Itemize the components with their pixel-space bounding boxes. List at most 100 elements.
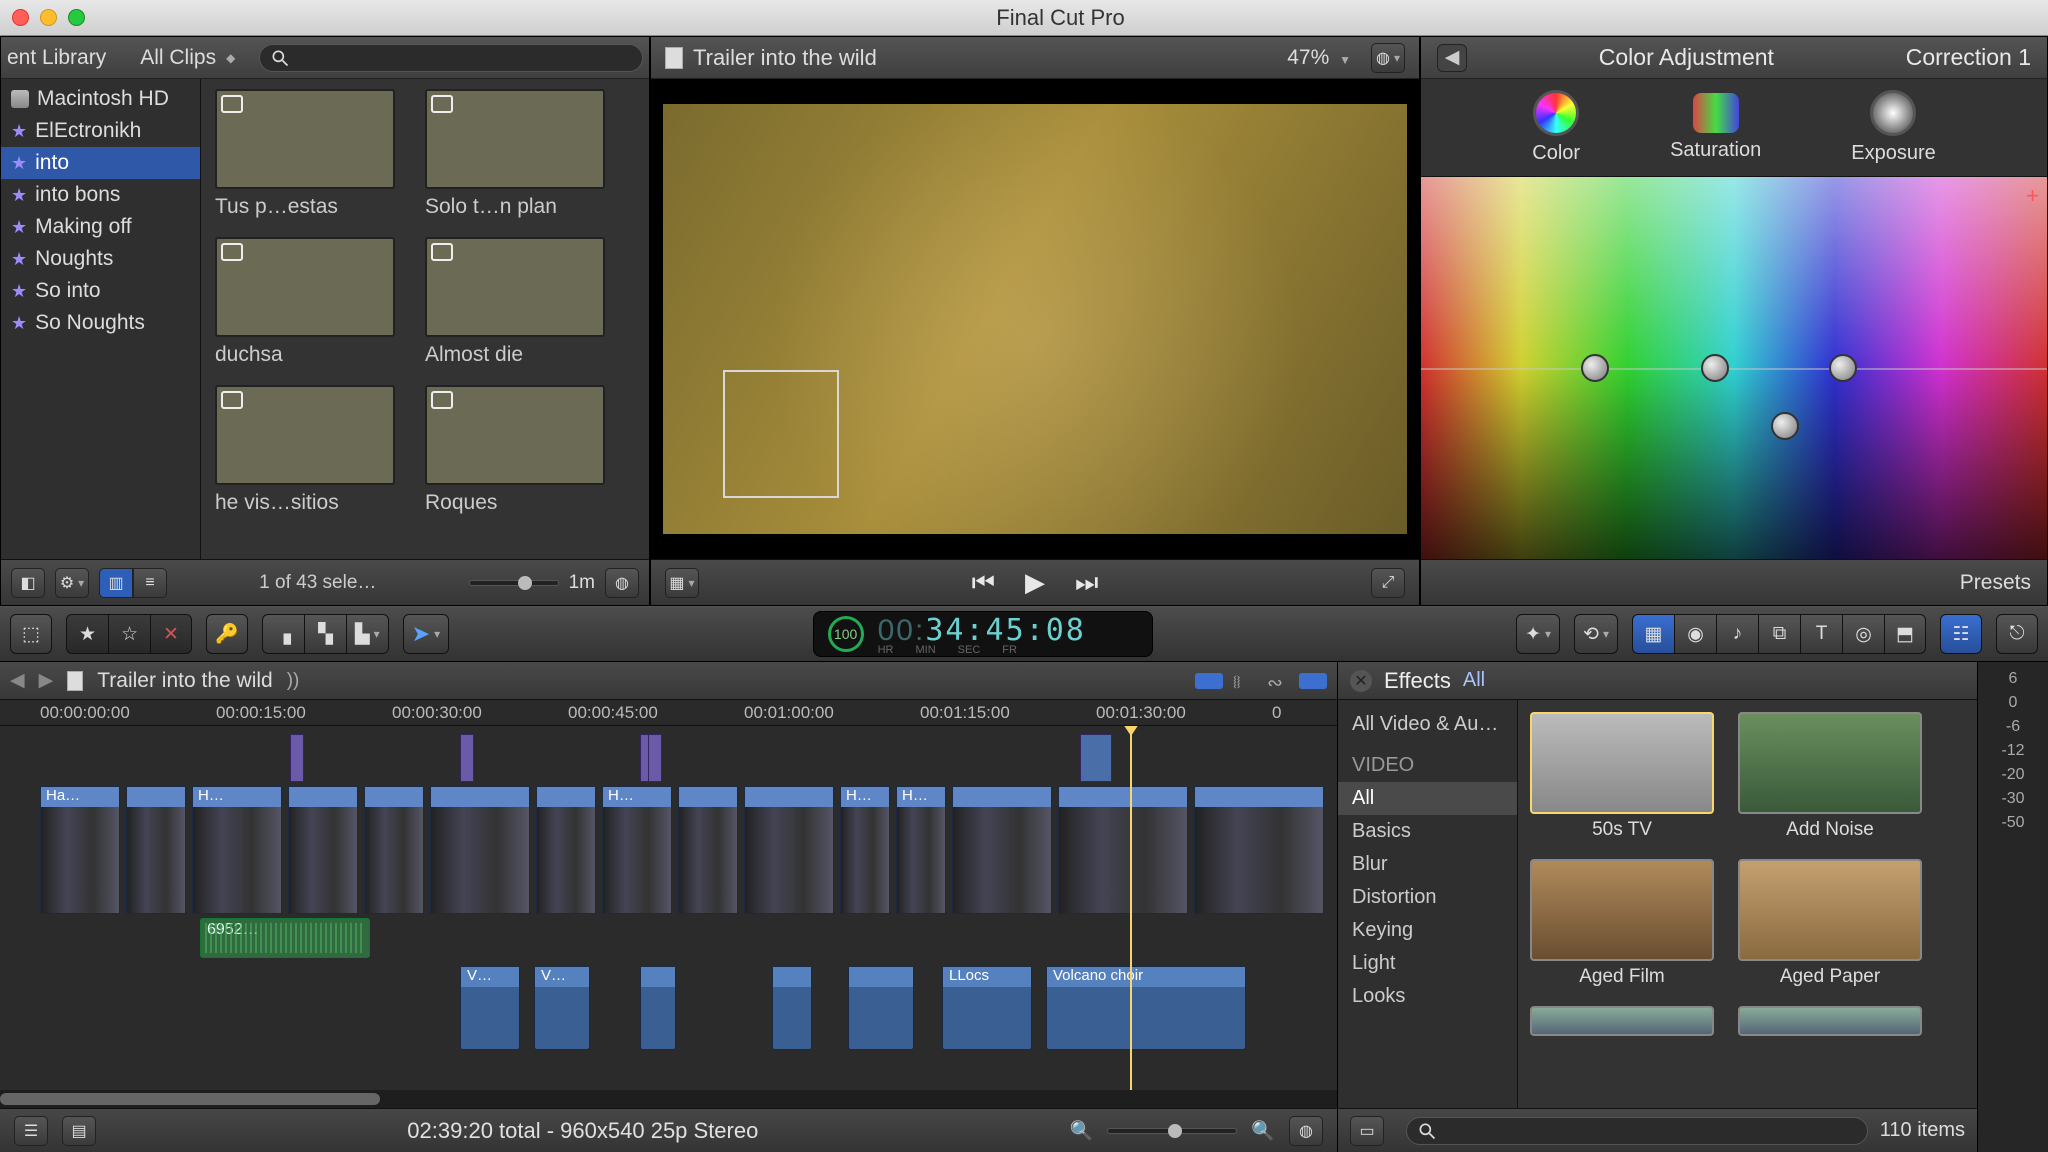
global-puck[interactable] bbox=[1581, 354, 1609, 382]
connected-clip[interactable] bbox=[640, 966, 676, 1050]
connected-clip[interactable]: LLocs bbox=[942, 966, 1032, 1050]
timeline-index-icon[interactable]: )) bbox=[287, 670, 300, 692]
photos-browser-button[interactable]: ◉ bbox=[1674, 614, 1716, 654]
fullscreen-button[interactable]: ⤢ bbox=[1371, 568, 1405, 598]
timecode-display[interactable]: 100 00:34:45:08 HRMINSECFR bbox=[813, 611, 1153, 657]
audio-skimming-button[interactable]: ⧙⧘ bbox=[1233, 672, 1257, 690]
marker-clip[interactable] bbox=[1080, 734, 1112, 782]
themes-browser-button[interactable]: ⬒ bbox=[1884, 614, 1926, 654]
clip-item[interactable]: Roques bbox=[425, 385, 605, 515]
generators-browser-button[interactable]: ◎ bbox=[1842, 614, 1884, 654]
video-clip[interactable]: H… bbox=[896, 786, 946, 914]
clip-appearance-button[interactable]: ◍ bbox=[605, 568, 639, 598]
effects-search-input[interactable] bbox=[1406, 1117, 1868, 1145]
effects-category[interactable]: Light bbox=[1338, 947, 1517, 980]
transitions-browser-button[interactable]: ⧉ bbox=[1758, 614, 1800, 654]
video-clip[interactable]: H… bbox=[602, 786, 672, 914]
clip-filter-dropdown[interactable]: All Clips◆ bbox=[132, 44, 243, 72]
clip-item[interactable]: Solo t…n plan bbox=[425, 89, 605, 219]
marker-clip[interactable] bbox=[290, 734, 304, 782]
effect-item[interactable]: Add Noise bbox=[1738, 712, 1922, 841]
insert-button[interactable]: ▚ bbox=[304, 614, 346, 654]
audio-clip[interactable]: 6952… bbox=[200, 918, 370, 958]
crop-selection-box[interactable] bbox=[723, 370, 839, 498]
timeline-ruler[interactable]: 00:00:00:0000:00:15:0000:00:30:0000:00:4… bbox=[0, 700, 1337, 726]
clip-item[interactable]: Tus p…estas bbox=[215, 89, 395, 219]
timeline-tracks[interactable]: Ha…H…H…H…H… 6952… V…V…LLocsVolcano choir bbox=[0, 726, 1337, 1090]
video-clip[interactable]: Ha… bbox=[40, 786, 120, 914]
minimize-window-button[interactable] bbox=[40, 9, 57, 26]
video-clip[interactable] bbox=[536, 786, 596, 914]
effects-top-category[interactable]: All Video & Au… bbox=[1338, 708, 1517, 741]
video-clip[interactable] bbox=[288, 786, 358, 914]
clip-item[interactable]: he vis…sitios bbox=[215, 385, 395, 515]
play-button[interactable]: ▶ bbox=[1025, 567, 1045, 599]
marker-clip[interactable] bbox=[460, 734, 474, 782]
share-button[interactable]: ⎋ bbox=[1996, 614, 2038, 654]
connect-button[interactable]: ▗ bbox=[262, 614, 304, 654]
viewer-zoom-dropdown[interactable]: 47% ▼ bbox=[1287, 46, 1351, 70]
inspector-toggle-button[interactable]: ☷ bbox=[1940, 614, 1982, 654]
event-item[interactable]: ElEctronikh bbox=[1, 115, 200, 147]
list-view2-button[interactable]: ≡ bbox=[133, 568, 167, 598]
highlights-puck[interactable] bbox=[1829, 354, 1857, 382]
video-clip[interactable] bbox=[952, 786, 1052, 914]
effects-scope[interactable]: All bbox=[1463, 669, 1485, 692]
zoom-out-icon[interactable]: 🔍 bbox=[1070, 1119, 1094, 1143]
shadows-puck[interactable] bbox=[1701, 354, 1729, 382]
connected-clip[interactable]: V… bbox=[534, 966, 590, 1050]
timeline-history-back[interactable]: ◀ bbox=[10, 669, 25, 692]
effects-category[interactable]: All bbox=[1338, 782, 1517, 815]
timeline-zoom-slider[interactable] bbox=[1107, 1128, 1237, 1134]
video-clip[interactable] bbox=[678, 786, 738, 914]
video-clip[interactable] bbox=[364, 786, 424, 914]
effects-category[interactable]: Keying bbox=[1338, 914, 1517, 947]
import-button[interactable]: ⬚ bbox=[10, 614, 52, 654]
effects-category[interactable]: Basics bbox=[1338, 815, 1517, 848]
playhead[interactable] bbox=[1130, 726, 1132, 1090]
unrate-button[interactable]: ☆ bbox=[108, 614, 150, 654]
event-item[interactable]: So into bbox=[1, 275, 200, 307]
color-tab[interactable]: Color bbox=[1532, 90, 1580, 165]
connected-clip[interactable]: Volcano choir bbox=[1046, 966, 1246, 1050]
clip-item[interactable]: duchsa bbox=[215, 237, 395, 367]
viewer-settings-button[interactable]: ◍▾ bbox=[1371, 43, 1405, 73]
timeline-scrollbar[interactable] bbox=[0, 1090, 1337, 1108]
clip-browser[interactable]: Tus p…estasSolo t…n planduchsaAlmost die… bbox=[201, 79, 649, 559]
video-clip[interactable]: H… bbox=[192, 786, 282, 914]
keyword-button[interactable]: 🔑 bbox=[206, 614, 248, 654]
effect-item[interactable] bbox=[1530, 1006, 1714, 1036]
thumbnail-size-slider[interactable] bbox=[469, 580, 559, 586]
effects-category[interactable]: Looks bbox=[1338, 980, 1517, 1013]
saturation-tab[interactable]: Saturation bbox=[1670, 93, 1761, 162]
close-window-button[interactable] bbox=[12, 9, 29, 26]
connected-clip[interactable]: V… bbox=[460, 966, 520, 1050]
append-button[interactable]: ▙▾ bbox=[346, 614, 389, 654]
titles-browser-button[interactable]: T bbox=[1800, 614, 1842, 654]
effect-item[interactable]: Aged Film bbox=[1530, 859, 1714, 988]
snapping-button[interactable] bbox=[1195, 673, 1223, 689]
zoom-window-button[interactable] bbox=[68, 9, 85, 26]
event-item[interactable]: Noughts bbox=[1, 243, 200, 275]
presets-dropdown[interactable]: Presets bbox=[1960, 571, 2031, 595]
effects-category[interactable]: Distortion bbox=[1338, 881, 1517, 914]
marker-clip[interactable] bbox=[648, 734, 662, 782]
transform-tool-button[interactable]: ▦▾ bbox=[665, 568, 699, 598]
exposure-tab[interactable]: Exposure bbox=[1851, 90, 1936, 165]
timeline-appearance-button[interactable]: ▤ bbox=[62, 1116, 96, 1146]
retime-menu-button[interactable]: ⟲▾ bbox=[1574, 614, 1618, 654]
zoom-in-icon[interactable]: 🔍 bbox=[1251, 1119, 1275, 1143]
effect-item[interactable] bbox=[1738, 1006, 1922, 1036]
add-puck-icon[interactable]: + bbox=[2026, 183, 2039, 209]
back-button[interactable]: ◀ bbox=[1437, 44, 1467, 72]
video-clip[interactable] bbox=[744, 786, 834, 914]
event-item[interactable]: So Noughts bbox=[1, 307, 200, 339]
video-clip[interactable] bbox=[1194, 786, 1324, 914]
filmstrip-view-button[interactable]: ▥ bbox=[99, 568, 133, 598]
connected-clip[interactable] bbox=[772, 966, 812, 1050]
gear-menu-button[interactable]: ⚙▾ bbox=[55, 568, 89, 598]
effects-preview-button[interactable]: ▭ bbox=[1350, 1116, 1384, 1146]
library-search-input[interactable] bbox=[259, 44, 643, 72]
event-item[interactable]: Macintosh HD bbox=[1, 83, 200, 115]
list-view-button[interactable]: ◧ bbox=[11, 568, 45, 598]
